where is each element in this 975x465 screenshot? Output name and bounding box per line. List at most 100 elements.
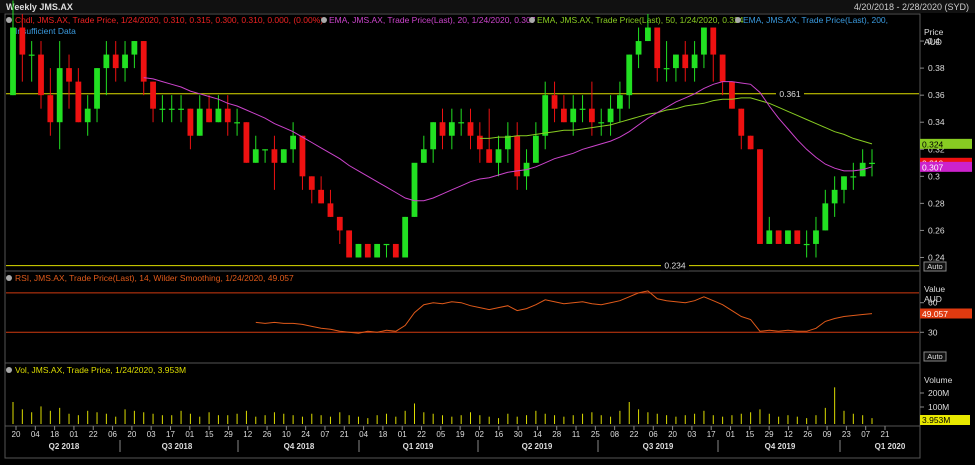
x-week-label: 21 <box>340 430 349 439</box>
x-week-label: 29 <box>765 430 774 439</box>
candle-body <box>663 68 670 70</box>
candle-body <box>308 176 315 190</box>
candle-body <box>84 108 91 123</box>
candle-body <box>831 189 838 204</box>
candle-body <box>738 108 745 136</box>
level-label: 0.361 <box>779 89 801 99</box>
candle-body <box>869 162 875 164</box>
candle-body <box>635 41 642 55</box>
candle-body <box>262 149 268 151</box>
price-auto-button[interactable]: Auto <box>923 261 947 272</box>
candle-body <box>243 122 250 163</box>
ema50-value-tag-text: 0.324 <box>922 139 944 149</box>
x-week-label: 02 <box>475 430 484 439</box>
price-tick-label: 0.4 <box>928 36 940 46</box>
candle-body <box>168 108 175 110</box>
chart-svg: Weekly JMS.AX 4/20/2018 - 2/28/2020 (SYD… <box>0 0 975 460</box>
x-week-label: 12 <box>784 430 793 439</box>
candle-body <box>280 149 287 163</box>
rsi-value-tag-text: 49.057 <box>922 309 948 319</box>
candle-body <box>775 230 782 244</box>
x-week-label: 30 <box>514 430 523 439</box>
candle-body <box>224 108 231 123</box>
candle-body <box>579 108 586 110</box>
x-week-label: 22 <box>89 430 98 439</box>
candle-body <box>691 54 698 69</box>
price-tick-label: 0.28 <box>928 198 945 208</box>
x-quarter-label: Q1 2020 <box>875 442 906 451</box>
x-week-label: 06 <box>649 430 658 439</box>
title-bar <box>0 0 975 13</box>
candle-body <box>458 122 465 124</box>
x-week-label: 01 <box>398 430 407 439</box>
x-week-label: 04 <box>359 430 368 439</box>
candle-body <box>411 162 418 217</box>
candle-body <box>794 230 801 244</box>
candle-body <box>495 149 502 163</box>
x-week-label: 26 <box>803 430 812 439</box>
candle-body <box>439 122 446 136</box>
candle-body <box>112 54 119 69</box>
x-week-label: 01 <box>726 430 735 439</box>
rsi-auto-button[interactable]: Auto <box>923 351 947 362</box>
x-week-label: 17 <box>707 430 716 439</box>
candle-body <box>626 54 633 96</box>
x-week-label: 25 <box>591 430 600 439</box>
x-week-label: 03 <box>147 430 156 439</box>
legend-toggle-icon[interactable] <box>6 367 12 373</box>
candle-body <box>19 27 26 55</box>
candle-body <box>803 243 810 246</box>
legend-toggle-icon[interactable] <box>321 17 327 23</box>
x-quarter-label: Q1 2019 <box>403 442 434 451</box>
x-week-label: 22 <box>417 430 426 439</box>
rsi-legend: RSI, JMS.AX, Trade Price(Last), 14, Wild… <box>6 273 294 283</box>
candle-body <box>448 122 455 136</box>
legend-rsi: RSI, JMS.AX, Trade Price(Last), 14, Wild… <box>15 273 294 283</box>
auto-label: Auto <box>927 262 942 271</box>
candle-body <box>215 108 222 123</box>
x-week-label: 19 <box>456 430 465 439</box>
x-week-label: 07 <box>861 430 870 439</box>
candle-body <box>131 41 138 55</box>
candle-body <box>747 135 754 150</box>
candle-body <box>420 149 427 163</box>
legend-toggle-icon[interactable] <box>6 275 12 281</box>
legend-toggle-icon[interactable] <box>735 17 741 23</box>
x-week-label: 20 <box>12 430 21 439</box>
vol-tick-label: 200M <box>928 388 949 398</box>
x-week-label: 29 <box>224 430 233 439</box>
x-week-label: 05 <box>436 430 445 439</box>
x-week-label: 11 <box>572 430 581 439</box>
legend-toggle-icon[interactable] <box>529 17 535 23</box>
candle-body <box>476 135 483 150</box>
candle-body <box>327 203 334 217</box>
candle-body <box>430 122 437 150</box>
x-week-label: 15 <box>205 430 214 439</box>
ema20-value-tag-text: 0.307 <box>922 162 944 172</box>
level-label: 0.234 <box>664 261 686 271</box>
candle-body <box>374 243 381 258</box>
candle-body <box>10 27 16 96</box>
x-week-label: 07 <box>321 430 330 439</box>
x-week-label: 24 <box>301 430 310 439</box>
candle-body <box>392 243 399 258</box>
price-tick-label: 0.34 <box>928 117 945 127</box>
candle-body <box>682 54 689 69</box>
candle-body <box>570 108 577 123</box>
candle-body <box>822 203 829 231</box>
candle-body <box>673 54 679 69</box>
legend-candle: Cndl, JMS.AX, Trade Price, 1/24/2020, 0.… <box>15 15 323 25</box>
candle-body <box>122 54 128 69</box>
candle-body <box>252 149 259 163</box>
candle-body <box>850 176 857 178</box>
candle-body <box>38 54 44 96</box>
candle-body <box>719 54 726 82</box>
vol-axis-title: Volume <box>924 375 953 385</box>
x-week-label: 16 <box>494 430 503 439</box>
x-week-label: 01 <box>69 430 78 439</box>
legend-toggle-icon[interactable] <box>6 17 12 23</box>
candle-body <box>560 108 567 123</box>
candle-body <box>47 95 54 123</box>
x-week-label: 12 <box>243 430 252 439</box>
candle-body <box>645 27 651 42</box>
